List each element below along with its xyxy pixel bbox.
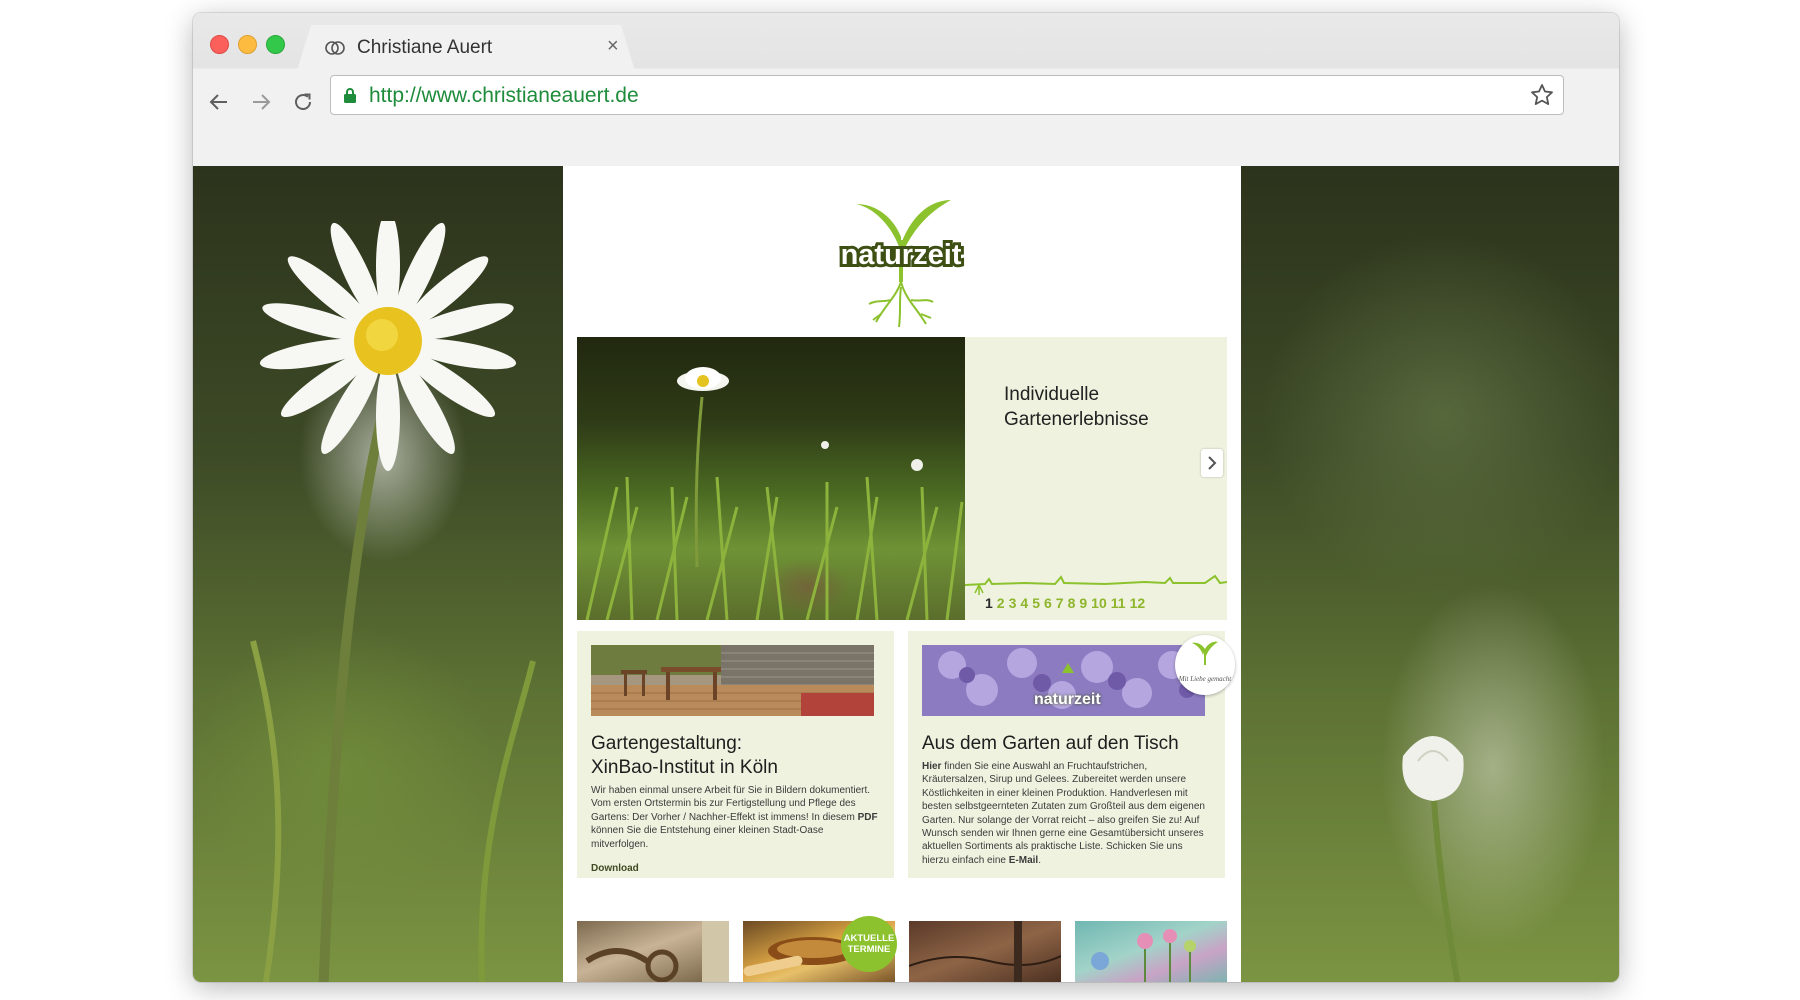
pager-page-7[interactable]: 7 [1056,595,1064,611]
page-viewport: naturzeit Individuelle Gartenerlebnisse … [193,166,1619,982]
hero-daisy-photo [577,337,965,620]
forward-button[interactable] [246,87,276,117]
star-icon[interactable] [1529,82,1555,108]
slide-pager: 1 2 3 4 5 6 7 8 9 10 11 12 [985,595,1145,611]
chevron-right-icon [1208,456,1217,470]
forward-arrow-icon [253,94,271,110]
maximize-window-button[interactable] [266,35,285,54]
browser-tab[interactable]: Christiane Auert × [297,25,635,71]
next-slide-button[interactable] [1201,449,1223,477]
card-gartengestaltung-title: Gartengestaltung: XinBao-Institut in Köl… [591,732,778,780]
address-bar[interactable]: http://www.christianeauert.de [330,75,1564,115]
pager-page-4[interactable]: 4 [1020,595,1028,611]
email-link[interactable]: E-Mail [1009,855,1038,866]
thumbnail-colored-drawing[interactable] [1075,921,1227,982]
badge-termine-line1: AKTUELLE [843,933,895,944]
browser-window: Christiane Auert × http://www.christiane… [193,13,1619,982]
card-garten-tisch: naturzeit Mit Liebe gemacht Aus dem Gart… [908,631,1235,878]
hero-title-line1: Individuelle [1004,384,1100,405]
card-left-text-part1: Wir haben einmal unsere Arbeit für Sie i… [591,785,871,823]
hero-title-line2: Gartenerlebnisse [1004,409,1149,430]
pager-page-8[interactable]: 8 [1068,595,1076,611]
hero-slider: Individuelle Gartenerlebnisse 1234567891… [577,337,1227,620]
naturzeit-logo[interactable]: naturzeit [821,182,981,332]
background-daisy-image [250,221,536,982]
mit-liebe-gemacht-badge: Mit Liebe gemacht [1175,635,1235,695]
pager-page-2[interactable]: 2 [997,595,1005,611]
badge-text: Mit Liebe gemacht [1178,675,1233,683]
card-garten-tisch-text: Hier finden Sie eine Auswahl an Fruchtau… [922,760,1212,867]
badge-termine-line2: TERMINE [847,944,891,955]
tab-close-icon[interactable]: × [607,35,619,57]
card-garten-tisch-title: Aus dem Garten auf den Tisch [922,733,1179,754]
pager-page-5[interactable]: 5 [1032,595,1040,611]
url-text[interactable]: http://www.christianeauert.de [369,84,639,108]
pager-page-10[interactable]: 10 [1091,595,1107,611]
card-left-title-line1: Gartengestaltung: [591,733,743,754]
pager-page-1[interactable]: 1 [985,595,993,611]
pdf-link[interactable]: PDF [858,812,878,823]
site-page: naturzeit Individuelle Gartenerlebnisse … [563,166,1241,982]
minimize-window-button[interactable] [238,35,257,54]
close-window-button[interactable] [210,35,229,54]
pager-page-6[interactable]: 6 [1044,595,1052,611]
card-right-text-part1: finden Sie eine Auswahl an Fruchtaufstri… [922,761,1205,866]
naturzeit-label: naturzeit [1034,691,1101,708]
logo-text: naturzeit [841,239,962,271]
reload-button[interactable] [288,87,318,117]
grass-line-decoration [965,574,1227,595]
thumbnail-soil-planting[interactable] [909,921,1061,982]
garden-terrace-image[interactable] [591,645,874,716]
download-link[interactable]: Download [591,863,639,874]
card-left-title-line2: XinBao-Institut in Köln [591,757,778,778]
hier-link[interactable]: Hier [922,761,941,772]
lilac-jars-image[interactable]: naturzeit [922,645,1205,716]
thumbnail-garden-sculpture[interactable] [577,921,729,982]
back-arrow-icon [209,94,227,110]
pager-page-9[interactable]: 9 [1079,595,1087,611]
browser-chrome: Christiane Auert × http://www.christiane… [193,13,1619,166]
background-daisy-right-image [1402,736,1464,982]
pager-page-12[interactable]: 12 [1130,595,1146,611]
pager-page-11[interactable]: 11 [1111,595,1126,611]
pager-page-3[interactable]: 3 [1009,595,1017,611]
card-gartengestaltung-text: Wir haben einmal unsere Arbeit für Sie i… [591,784,881,851]
hero-title: Individuelle Gartenerlebnisse [1004,382,1149,432]
card-gartengestaltung: Gartengestaltung: XinBao-Institut in Köl… [577,631,894,878]
tab-title: Christiane Auert [357,37,493,58]
hero-text-panel: Individuelle Gartenerlebnisse 1234567891… [965,337,1227,620]
reload-icon [295,93,311,110]
tab-favicon-icon [325,41,345,55]
aktuelle-termine-badge[interactable]: AKTUELLE TERMINE [841,916,897,972]
card-right-text-end: . [1038,854,1041,866]
card-left-text-part2: können Sie die Entstehung einer kleinen … [591,825,824,850]
lock-icon [344,88,356,103]
back-button[interactable] [204,87,234,117]
